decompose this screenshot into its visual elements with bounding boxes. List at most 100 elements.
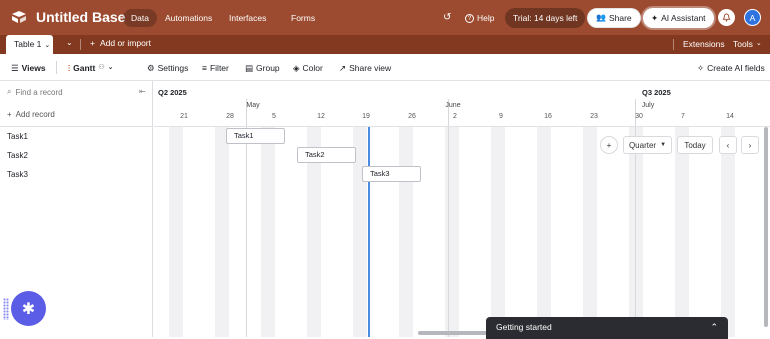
search-icon: ⌕	[7, 87, 12, 96]
week-stripe	[215, 127, 229, 337]
month-label-july: July	[641, 102, 655, 109]
filter-label: Filter	[209, 63, 229, 73]
settings-label: Settings	[157, 63, 189, 73]
divider	[56, 61, 57, 74]
record-row-task2[interactable]: Task2	[7, 151, 28, 160]
zoom-select[interactable]: Quarter ▼	[623, 136, 672, 154]
today-marker-line	[368, 127, 370, 337]
gear-icon: ⚙	[147, 63, 155, 73]
plus-icon: +	[90, 38, 95, 48]
add-or-import-label: Add or import	[99, 38, 151, 48]
settings-button[interactable]: ⚙ Settings	[147, 61, 188, 75]
base-name[interactable]: Untitled Base	[36, 9, 125, 25]
chevron-down-icon: ⌄	[44, 42, 51, 49]
divider	[0, 126, 153, 127]
trial-badge[interactable]: Trial: 14 days left	[505, 8, 586, 28]
user-avatar[interactable]: A	[744, 9, 761, 26]
add-or-import-button[interactable]: + Add or import	[90, 38, 151, 48]
month-divider	[635, 99, 636, 337]
help-button[interactable]: ? Help	[465, 8, 494, 28]
task-bar-task2[interactable]: Task2	[297, 147, 356, 163]
week-stripe	[169, 127, 183, 337]
week-stripe	[261, 127, 275, 337]
nav-tab-automations[interactable]: Automations	[157, 9, 220, 27]
task-bar-task1[interactable]: Task1	[226, 128, 285, 144]
horizontal-scrollbar[interactable]	[418, 331, 488, 335]
chevron-down-icon: ⌄	[107, 64, 114, 71]
create-ai-fields-label: Create AI fields	[707, 63, 765, 73]
filter-button[interactable]: ≡ Filter	[202, 61, 229, 75]
group-label: Group	[256, 63, 280, 73]
add-record-label: Add record	[15, 110, 55, 119]
day-label: 5	[272, 113, 276, 120]
divider	[80, 39, 81, 50]
paint-bucket-icon: ◈	[293, 63, 300, 73]
find-record-search[interactable]: ⌕ Find a record	[7, 87, 63, 97]
external-link-icon: ↗	[339, 63, 347, 73]
chevron-down-icon: ⌄	[755, 40, 762, 47]
create-ai-fields-button[interactable]: ✧ Create AI fields	[697, 61, 765, 75]
quarter-label-q3: Q3 2025	[642, 88, 671, 97]
help-label: Help	[477, 13, 495, 23]
share-label: Share	[608, 13, 632, 23]
day-label: 14	[726, 113, 734, 120]
nav-tab-data[interactable]: Data	[123, 9, 157, 27]
asterisk-icon: ✱	[21, 300, 36, 318]
gantt-timeline: Q2 2025 Q3 2025 May June July 21 28 5 12…	[154, 81, 770, 337]
vertical-scrollbar[interactable]	[764, 127, 768, 327]
day-label: 28	[226, 113, 234, 120]
filter-icon: ≡	[202, 63, 207, 73]
month-divider	[448, 99, 449, 337]
next-period-chevron-right-icon[interactable]: ›	[741, 136, 759, 154]
week-stripe	[675, 127, 689, 337]
day-label: 30	[635, 113, 643, 120]
app-logo-icon[interactable]	[11, 10, 27, 24]
day-label: 23	[590, 113, 598, 120]
task-bar-task3[interactable]: Task3	[362, 166, 421, 182]
getting-started-panel[interactable]: Getting started ⌃	[486, 317, 728, 339]
tables-menu-chevron-icon[interactable]: ⌄	[66, 38, 73, 47]
divider	[154, 126, 770, 127]
week-stripe	[399, 127, 413, 337]
add-task-icon[interactable]: +	[600, 136, 618, 154]
collapse-panel-icon[interactable]: ⇤	[139, 87, 146, 96]
gantt-view-button[interactable]: ⫶ Gantt ⚇ ⌄	[68, 61, 114, 75]
group-button[interactable]: ▤ Group	[245, 61, 280, 75]
help-icon: ?	[465, 13, 474, 23]
record-row-task3[interactable]: Task3	[7, 170, 28, 179]
extensions-button[interactable]: Extensions	[683, 39, 725, 49]
week-stripe	[537, 127, 551, 337]
day-label: 2	[453, 113, 457, 120]
record-row-task1[interactable]: Task1	[7, 132, 28, 141]
tab-label: Table 1	[14, 39, 42, 49]
day-label: 12	[317, 113, 325, 120]
add-record-button[interactable]: + Add record	[7, 110, 55, 119]
ai-assistant-label: AI Assistant	[661, 13, 706, 23]
ai-assistant-button[interactable]: ✦ AI Assistant	[643, 8, 714, 28]
color-label: Color	[302, 63, 323, 73]
tab-table-1[interactable]: Table 1 ⌄	[6, 35, 53, 54]
chevron-up-icon[interactable]: ⌃	[710, 317, 718, 337]
help-launcher-button[interactable]: ✱	[11, 291, 46, 326]
drag-handle-icon[interactable]	[3, 298, 9, 320]
getting-started-label: Getting started	[496, 322, 552, 332]
quarter-label-q2: Q2 2025	[158, 88, 187, 97]
week-stripe	[721, 127, 735, 337]
share-view-label: Share view	[349, 63, 392, 73]
prev-period-chevron-left-icon[interactable]: ‹	[719, 136, 737, 154]
nav-tab-forms[interactable]: Forms	[283, 9, 323, 27]
people-icon: 👥	[596, 13, 606, 22]
share-view-button[interactable]: ↗ Share view	[339, 61, 391, 75]
views-button[interactable]: ☰ Views	[11, 61, 46, 75]
notifications-bell-icon[interactable]	[718, 9, 735, 26]
history-icon[interactable]: ↺	[443, 8, 451, 28]
today-button[interactable]: Today	[677, 136, 713, 154]
nav-tab-interfaces[interactable]: Interfaces	[221, 9, 274, 27]
zoom-value: Quarter	[628, 140, 657, 150]
chevron-down-icon[interactable]: ⌄	[104, 12, 112, 23]
share-button[interactable]: 👥 Share	[587, 8, 641, 28]
views-label: Views	[21, 63, 46, 73]
color-button[interactable]: ◈ Color	[293, 61, 323, 75]
tools-button[interactable]: Tools ⌄	[733, 39, 762, 49]
week-stripe	[583, 127, 597, 337]
